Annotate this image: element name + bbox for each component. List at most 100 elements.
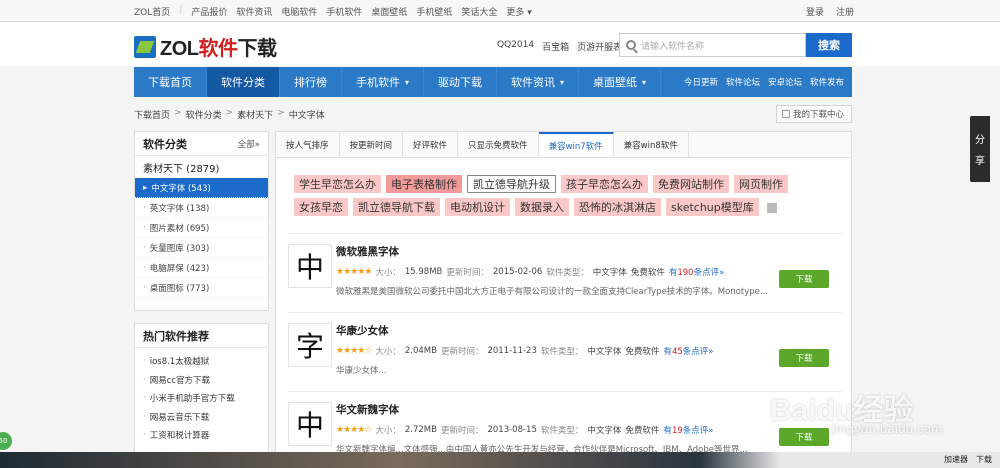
register-link[interactable]: 注册 (836, 5, 854, 18)
sort-tabs: 按人气排序 按更新时间 好评软件 只显示免费软件 兼容win7软件 兼容win8… (276, 132, 851, 158)
tab-win8[interactable]: 兼容win8软件 (614, 132, 689, 157)
download-button[interactable]: 下载 (779, 428, 829, 446)
category-materials[interactable]: 素材天下 (2879) (135, 156, 268, 178)
sidebar-item-image-materials[interactable]: 图片素材 (695) (135, 218, 268, 238)
sidebar-item-english-fonts[interactable]: 英文字体 (138) (135, 198, 268, 218)
hot-item[interactable]: ios8.1太极越狱 (135, 352, 268, 371)
nav-categories[interactable]: 软件分类 (207, 67, 280, 97)
download-status-button[interactable]: 下载 (976, 454, 992, 465)
software-list-panel: 按人气排序 按更新时间 好评软件 只显示免费软件 兼容win7软件 兼容win8… (275, 131, 852, 468)
promo-qq2014[interactable]: QQ2014 (497, 40, 534, 53)
breadcrumb-materials[interactable]: 素材天下 (237, 108, 273, 121)
top-links: ZOL首页 | 产品报价 软件资讯 电脑软件 手机软件 桌面壁纸 手机壁纸 笑话大… (134, 5, 532, 18)
top-link-pc-software[interactable]: 电脑软件 (281, 5, 317, 18)
hot-item[interactable]: 小米手机助手官方下载 (135, 389, 268, 408)
nav-software-news[interactable]: 软件资讯 ▾ (497, 67, 580, 97)
hot-item[interactable]: 工资和税计算器 (135, 426, 268, 445)
category-panel: 软件分类 全部» 素材天下 (2879) 中文字体 (543) 英文字体 (13… (134, 131, 269, 311)
search-icon (626, 40, 636, 50)
download-button[interactable]: 下载 (779, 270, 829, 288)
chevron-down-icon: ▾ (560, 77, 565, 87)
share-sidebar-button[interactable]: 分 享 (970, 116, 990, 182)
nav-software-forum[interactable]: 软件论坛 (726, 76, 760, 88)
breadcrumb: 下载首页 > 软件分类 > 素材天下 > 中文字体 (134, 108, 325, 121)
top-link-desktop-wallpaper[interactable]: 桌面壁纸 (371, 5, 407, 18)
reviews-link[interactable]: 有190条点评» (669, 266, 724, 278)
tab-free-only[interactable]: 只显示免费软件 (458, 132, 539, 157)
breadcrumb-home[interactable]: 下载首页 (134, 108, 170, 121)
sidebar-item-chinese-fonts[interactable]: 中文字体 (543) (135, 178, 268, 198)
top-link-jokes[interactable]: 笑话大全 (461, 5, 497, 18)
breadcrumb-categories[interactable]: 软件分类 (186, 108, 222, 121)
search-input[interactable]: 请输入软件名称 (619, 33, 806, 57)
tag-link[interactable]: 免费网站制作 (653, 175, 729, 193)
sidebar-item-screensavers[interactable]: 电脑屏保 (423) (135, 258, 268, 278)
tab-popularity[interactable]: 按人气排序 (276, 132, 340, 157)
nav-drivers[interactable]: 驱动下载 (424, 67, 498, 97)
tag-link[interactable]: 电子表格制作 (386, 175, 462, 193)
software-name[interactable]: 华康少女体 (336, 323, 389, 338)
tag-link[interactable]: 凯立德导航下载 (353, 198, 440, 216)
promo-yeyou[interactable]: 页游开服表 (577, 40, 622, 53)
tag-link[interactable]: 学生早恋怎么办 (294, 175, 381, 193)
rating-stars: ★★★★☆ (336, 425, 372, 435)
tag-link[interactable]: 数据录入 (515, 198, 569, 216)
nav-mobile-software[interactable]: 手机软件 ▾ (342, 67, 425, 97)
my-download-center-button[interactable]: 我的下载中心 (776, 105, 852, 123)
font-preview-image[interactable]: 字 (288, 323, 332, 367)
hot-software-panel: 热门软件推荐 ios8.1太极越狱 网易cc官方下载 小米手机助手官方下载 网易… (134, 323, 269, 468)
tag-link[interactable]: sketchup模型库 (666, 198, 759, 216)
tab-good-reviews[interactable]: 好评软件 (403, 132, 459, 157)
login-link[interactable]: 登录 (806, 5, 824, 18)
software-name[interactable]: 微软雅黑字体 (336, 244, 399, 259)
top-link-more[interactable]: 更多 ▾ (506, 5, 531, 18)
tag-link[interactable]: 凯立德导航升级 (467, 175, 556, 193)
reviews-link[interactable]: 有45条点评» (663, 345, 713, 357)
search-button[interactable]: 搜索 (806, 33, 852, 57)
search-bar: 请输入软件名称 搜索 (619, 33, 852, 57)
baidu-jingyan-url: jingyan.baidu.com (832, 422, 943, 436)
category-panel-title: 软件分类 (143, 137, 187, 151)
software-item: 字 华康少女体 ★★★★☆ 大小： 2.04MB 更新时间： 2011-11-23 … (288, 312, 843, 390)
tab-win7[interactable]: 兼容win7软件 (538, 132, 614, 157)
rating-stars: ★★★★★ (336, 267, 372, 277)
close-icon[interactable] (766, 203, 777, 213)
zol-logo[interactable]: ZOL软件下载 (134, 32, 277, 61)
zol-logo-icon (134, 35, 156, 58)
hot-item[interactable]: 网易cc官方下载 (135, 371, 268, 390)
nav-home[interactable]: 下载首页 (134, 67, 207, 97)
hot-item[interactable]: 网易云音乐下载 (135, 408, 268, 427)
nav-wallpaper[interactable]: 桌面壁纸 ▾ (579, 67, 662, 97)
software-name[interactable]: 华文新魏字体 (336, 402, 399, 417)
tag-link[interactable]: 孩子早恋怎么办 (561, 175, 648, 193)
tag-link[interactable]: 网页制作 (734, 175, 788, 193)
sidebar-item-vector-library[interactable]: 矢量图库 (303) (135, 238, 268, 258)
top-link-news[interactable]: 软件资讯 (236, 5, 272, 18)
category-all-link[interactable]: 全部» (238, 138, 260, 150)
top-link-mobile-wallpaper[interactable]: 手机壁纸 (416, 5, 452, 18)
top-link-prices[interactable]: 产品报价 (191, 5, 227, 18)
font-preview-image[interactable]: 中 (288, 244, 332, 288)
main-nav: 下载首页 软件分类 排行榜 手机软件 ▾ 驱动下载 软件资讯 ▾ 桌面壁纸 ▾ 今日更… (134, 67, 852, 97)
rating-stars: ★★★★☆ (336, 346, 372, 356)
tag-link[interactable]: 女孩早恋 (294, 198, 348, 216)
software-description: 微软雅黑是美国微软公司委托中国北大方正电子有限公司设计的一款全面支持ClearT… (336, 287, 768, 297)
nav-software-publish[interactable]: 软件发布 (810, 76, 844, 88)
nav-ranking[interactable]: 排行榜 (280, 67, 342, 97)
download-button[interactable]: 下载 (779, 349, 829, 367)
reviews-link[interactable]: 有19条点评» (663, 424, 713, 436)
nav-android-forum[interactable]: 安卓论坛 (768, 76, 802, 88)
browser-status-bar: 加速器 下载 (0, 452, 1000, 468)
tag-link[interactable]: 电动机设计 (445, 198, 510, 216)
status-badge[interactable]: 50 (0, 432, 12, 450)
nav-today-updates[interactable]: 今日更新 (684, 76, 718, 88)
promo-baibaoxiang[interactable]: 百宝箱 (542, 40, 569, 53)
sidebar-item-desktop-icons[interactable]: 桌面图标 (773) (135, 278, 268, 298)
top-utility-bar: ZOL首页 | 产品报价 软件资讯 电脑软件 手机软件 桌面壁纸 手机壁纸 笑话大… (0, 0, 1000, 22)
tag-link[interactable]: 恐怖的冰淇淋店 (574, 198, 661, 216)
tab-update-time[interactable]: 按更新时间 (340, 132, 404, 157)
top-link-zol-home[interactable]: ZOL首页 (134, 5, 170, 18)
font-preview-image[interactable]: 中 (288, 402, 332, 446)
top-link-mobile-software[interactable]: 手机软件 (326, 5, 362, 18)
accelerator-button[interactable]: 加速器 (944, 454, 968, 465)
